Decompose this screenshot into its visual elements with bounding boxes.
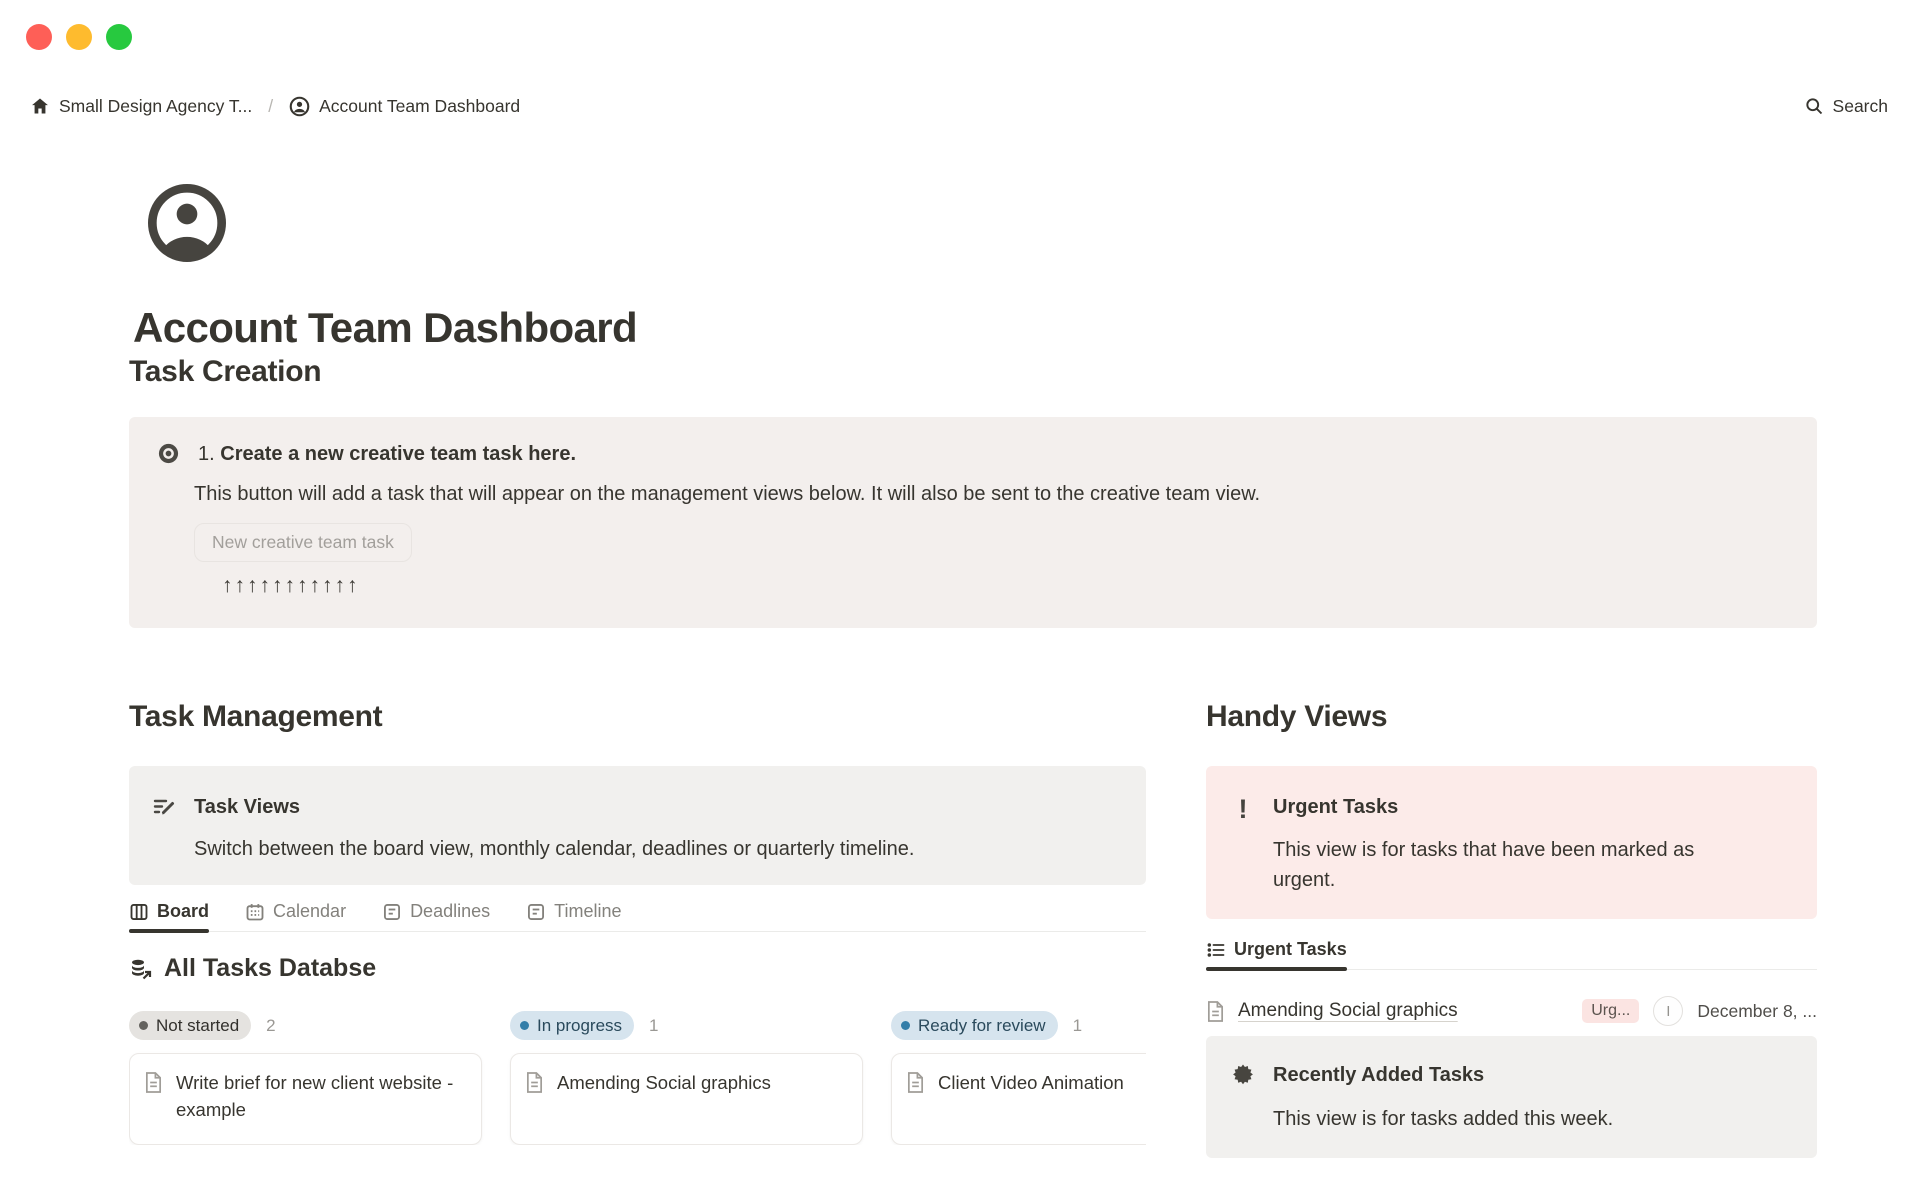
tab-urgent-tasks[interactable]: Urgent Tasks xyxy=(1206,939,1347,971)
kanban-board: Not started 2 Write brief for new client… xyxy=(129,1011,1146,1145)
task-views-description: Switch between the board view, monthly c… xyxy=(194,838,915,860)
column-count: 1 xyxy=(649,1015,659,1035)
task-views-callout: Task Views Switch between the board view… xyxy=(129,766,1146,885)
zoom-window-button[interactable] xyxy=(106,24,132,50)
urgent-tasks-callout: ! Urgent Tasks This view is for tasks th… xyxy=(1206,766,1817,919)
breadcrumb-workspace[interactable]: Small Design Agency T... xyxy=(26,94,256,119)
search-label: Search xyxy=(1832,95,1888,116)
status-pill[interactable]: Ready for review xyxy=(891,1011,1058,1040)
task-card-title: Client Video Animation xyxy=(938,1072,1124,1093)
page-avatar-icon[interactable] xyxy=(147,183,227,263)
tab-deadlines[interactable]: Deadlines xyxy=(382,901,490,931)
window-controls xyxy=(26,24,132,50)
database-title-row[interactable]: All Tasks Databse xyxy=(129,954,1146,983)
task-management-section: Task Management Task Views Switch betwee… xyxy=(129,698,1146,1158)
home-icon xyxy=(30,96,50,116)
urgent-callout-title: Urgent Tasks xyxy=(1273,796,1399,818)
task-views-title: Task Views xyxy=(194,796,300,818)
tab-board-label: Board xyxy=(157,901,210,921)
list-view-icon xyxy=(1206,940,1226,960)
tab-calendar[interactable]: Calendar xyxy=(245,901,346,931)
status-label: In progress xyxy=(537,1015,623,1035)
column-count: 1 xyxy=(1072,1015,1083,1035)
tab-timeline[interactable]: Timeline xyxy=(526,901,621,931)
database-title: All Tasks Databse xyxy=(164,954,377,982)
compose-edit-icon xyxy=(151,792,177,819)
tab-calendar-label: Calendar xyxy=(273,901,347,921)
step-text: Create a new creative team task here. xyxy=(220,443,577,465)
page-icon xyxy=(906,1069,925,1127)
search-icon xyxy=(1804,96,1824,116)
list-page-icon xyxy=(382,902,402,922)
recently-added-description: This view is for tasks added this week. xyxy=(1273,1108,1614,1130)
target-icon xyxy=(155,439,181,465)
breadcrumb-separator: / xyxy=(268,95,274,116)
urgent-task-row[interactable]: Amending Social graphics Urg... I Decemb… xyxy=(1206,996,1817,1026)
task-card-title: Amending Social graphics xyxy=(557,1072,771,1093)
due-date: December 8, ... xyxy=(1697,1000,1817,1021)
status-pill[interactable]: Not started xyxy=(129,1011,252,1040)
step-number: 1. xyxy=(198,443,215,465)
exclamation-icon: ! xyxy=(1238,794,1248,824)
page-icon xyxy=(1206,1000,1225,1023)
board-column-not-started: Not started 2 Write brief for new client… xyxy=(129,1011,482,1145)
task-creation-heading: Task Creation xyxy=(129,355,322,388)
tab-urgent-tasks-label: Urgent Tasks xyxy=(1234,939,1347,959)
top-bar: Small Design Agency T... / Account Team … xyxy=(0,90,1920,122)
tab-deadlines-label: Deadlines xyxy=(410,901,491,921)
breadcrumb: Small Design Agency T... / Account Team … xyxy=(26,94,524,119)
recently-added-callout: Recently Added Tasks This view is for ta… xyxy=(1206,1036,1817,1158)
board-column-ready-for-review: Ready for review 1 Client Video Animatio… xyxy=(891,1011,1146,1145)
urgent-callout-description: This view is for tasks that have been ma… xyxy=(1273,839,1695,891)
tab-board[interactable]: Board xyxy=(129,901,210,933)
breadcrumb-page[interactable]: Account Team Dashboard xyxy=(285,94,524,119)
view-tabbar: Board Calendar Deadlines Timeline xyxy=(129,901,1146,933)
status-dot xyxy=(520,1021,529,1030)
task-card-title: Write brief for new client website - exa… xyxy=(176,1072,454,1120)
task-card[interactable]: Client Video Animation xyxy=(891,1053,1146,1145)
status-label: Not started xyxy=(156,1015,240,1035)
tab-timeline-label: Timeline xyxy=(554,901,622,921)
database-icon xyxy=(129,957,153,981)
minimize-window-button[interactable] xyxy=(66,24,92,50)
handy-views-heading: Handy Views xyxy=(1206,700,1388,733)
close-window-button[interactable] xyxy=(26,24,52,50)
urgent-tabbar: Urgent Tasks xyxy=(1206,939,1817,971)
burst-badge-icon xyxy=(1230,1060,1256,1087)
handy-views-section: Handy Views ! Urgent Tasks This view is … xyxy=(1206,698,1817,1158)
task-card[interactable]: Amending Social graphics xyxy=(510,1053,863,1145)
column-count: 2 xyxy=(266,1015,276,1035)
board-icon xyxy=(129,902,149,922)
list-page-icon xyxy=(526,902,546,922)
task-creation-step: 1. Create a new creative team task here. xyxy=(198,439,576,469)
page-title: Account Team Dashboard xyxy=(133,304,638,351)
page-body: Account Team Dashboard Task Creation 1. … xyxy=(129,183,1817,1158)
urgent-task-title-link[interactable]: Amending Social graphics xyxy=(1238,1000,1458,1022)
task-management-heading: Task Management xyxy=(129,700,383,733)
task-creation-callout: 1. Create a new creative team task here.… xyxy=(129,417,1817,628)
status-pill[interactable]: In progress xyxy=(510,1011,635,1040)
page-icon xyxy=(144,1069,163,1127)
recently-added-title: Recently Added Tasks xyxy=(1273,1064,1485,1086)
breadcrumb-page-label: Account Team Dashboard xyxy=(319,95,521,116)
up-arrows-decoration: ↑↑↑↑↑↑↑↑↑↑↑ xyxy=(222,574,360,597)
person-circle-icon xyxy=(289,96,310,117)
task-card[interactable]: Write brief for new client website - exa… xyxy=(129,1053,482,1145)
assignee-avatar: I xyxy=(1653,996,1684,1026)
new-creative-team-task-button[interactable]: New creative team task xyxy=(194,523,412,562)
status-dot xyxy=(901,1021,910,1030)
search-button[interactable]: Search xyxy=(1798,93,1894,120)
page-icon xyxy=(525,1069,544,1127)
board-column-in-progress: In progress 1 Amending Social graphics xyxy=(510,1011,863,1145)
status-label: Ready for review xyxy=(918,1015,1046,1035)
urgent-tag: Urg... xyxy=(1582,999,1640,1023)
breadcrumb-workspace-label: Small Design Agency T... xyxy=(59,95,253,116)
task-creation-description: This button will add a task that will ap… xyxy=(194,483,1261,505)
status-dot xyxy=(139,1021,148,1030)
calendar-icon xyxy=(245,902,265,922)
